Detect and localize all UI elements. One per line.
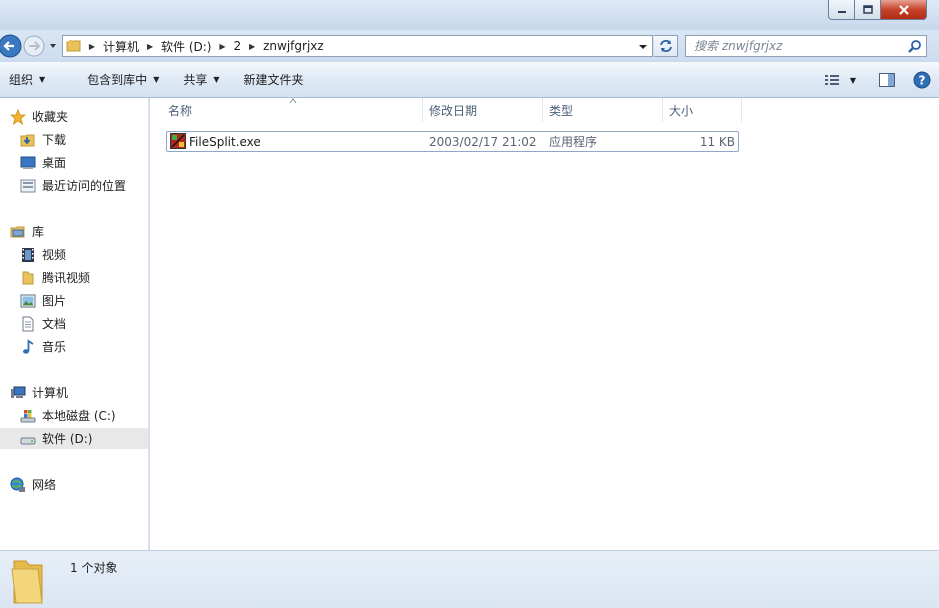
help-icon: ? [913, 71, 931, 89]
toolbar-right-group: ▼ ? [821, 62, 939, 98]
chevron-down-icon: ▼ [39, 75, 46, 84]
nav-music[interactable]: 音乐 [0, 336, 148, 357]
hard-drive-icon [20, 437, 36, 444]
nav-tencent-video[interactable]: 腾讯视频 [0, 267, 148, 288]
file-row[interactable]: FileSplit.exe 2003/02/17 21:02 应用程序 11 K… [166, 131, 739, 152]
nav-favorites[interactable]: 收藏夹 [0, 106, 148, 127]
view-options-dropdown[interactable]: ▼ [843, 68, 863, 92]
desktop-icon [20, 156, 36, 169]
library-icon [10, 226, 25, 237]
title-bar [0, 0, 939, 30]
column-header-name[interactable]: 名称 [162, 98, 423, 122]
column-header-modified[interactable]: 修改日期 [423, 98, 543, 122]
folder-icon [63, 36, 85, 56]
nav-downloads[interactable]: 下载 [0, 129, 148, 150]
documents-icon [22, 316, 34, 331]
item-count: 1 个对象 [70, 561, 118, 575]
chevron-down-icon: ▼ [213, 75, 220, 84]
star-icon [10, 108, 26, 125]
command-bar: 组织 ▼ 包含到库中 ▼ 共享 ▼ 新建文件夹 ▼ ? [0, 62, 939, 98]
folder-icon [22, 271, 34, 284]
application-icon [170, 133, 186, 149]
navigation-bar: ▶ 计算机 ▶ 软件 (D:) ▶ 2 ▶ znwjfgrjxz [0, 30, 939, 62]
breadcrumb-computer[interactable]: ▶ 计算机 [85, 36, 143, 56]
details-view-icon [825, 75, 839, 85]
file-size: 11 KB [699, 134, 735, 149]
forward-button[interactable] [21, 33, 46, 59]
computer-icon [11, 386, 26, 398]
search-input[interactable] [686, 39, 896, 53]
search-box[interactable] [685, 35, 927, 57]
address-bar[interactable]: ▶ 计算机 ▶ 软件 (D:) ▶ 2 ▶ znwjfgrjxz [62, 35, 653, 57]
nav-network[interactable]: 网络 [0, 474, 148, 495]
refresh-icon [659, 40, 672, 52]
video-icon [22, 247, 34, 262]
minimize-icon [837, 10, 846, 13]
recent-pages-dropdown-icon[interactable] [48, 41, 58, 51]
close-icon [898, 4, 909, 15]
network-icon [10, 477, 25, 492]
window-controls [828, 0, 927, 20]
maximize-icon [862, 5, 873, 14]
organize-button[interactable]: 组织 ▼ [0, 68, 54, 92]
maximize-button[interactable] [855, 0, 881, 20]
nav-drive-c[interactable]: 本地磁盘 (C:) [0, 405, 148, 426]
refresh-button[interactable] [654, 35, 678, 57]
include-in-library-button[interactable]: 包含到库中 ▼ [78, 68, 168, 92]
windows-drive-icon [20, 409, 36, 422]
downloads-folder-icon [20, 134, 35, 146]
recent-places-icon [20, 179, 36, 192]
column-header-size[interactable]: 大小 [663, 98, 742, 122]
breadcrumb-drive-d[interactable]: ▶ 软件 (D:) [143, 36, 215, 56]
chevron-down-icon: ▼ [153, 75, 160, 84]
nav-desktop[interactable]: 桌面 [0, 152, 148, 173]
chevron-right-icon: ▶ [146, 41, 154, 51]
column-header-type[interactable]: 类型 [543, 98, 663, 122]
nav-pictures[interactable]: 图片 [0, 290, 148, 311]
new-folder-button[interactable]: 新建文件夹 [235, 68, 313, 92]
details-pane: 1 个对象 [0, 550, 939, 608]
nav-computer[interactable]: 计算机 [0, 382, 148, 403]
nav-drive-d[interactable]: 软件 (D:) [0, 428, 148, 449]
file-modified: 2003/02/17 21:02 [429, 134, 537, 149]
nav-videos[interactable]: 视频 [0, 244, 148, 265]
chevron-right-icon: ▶ [219, 41, 226, 51]
nav-recent-places[interactable]: 最近访问的位置 [0, 175, 148, 196]
preview-pane-icon [879, 73, 895, 87]
file-list: 名称 修改日期 类型 大小 FileSplit.exe 2003/02/17 2… [150, 98, 926, 550]
file-name: FileSplit.exe [189, 134, 261, 149]
navigation-pane: 收藏夹 下载 桌面 最近访问的位置 库 视频 腾讯视频 图片 文档 音乐 计算机 [0, 98, 149, 550]
pictures-icon [20, 294, 36, 307]
preview-pane-button[interactable] [869, 68, 905, 92]
chevron-right-icon: ▶ [249, 41, 256, 51]
close-button[interactable] [881, 0, 927, 20]
vertical-scrollbar[interactable] [926, 98, 939, 550]
share-button[interactable]: 共享 ▼ [174, 68, 228, 92]
search-icon[interactable] [907, 39, 922, 54]
music-icon [23, 338, 34, 354]
file-type: 应用程序 [549, 135, 598, 149]
breadcrumb-folder-2[interactable]: ▶ 2 [215, 36, 245, 56]
address-history-dropdown-icon[interactable] [638, 42, 648, 52]
nav-documents[interactable]: 文档 [0, 313, 148, 334]
minimize-button[interactable] [828, 0, 855, 20]
chevron-down-icon: ▼ [849, 75, 857, 85]
back-button[interactable] [0, 33, 22, 59]
svg-text:?: ? [919, 74, 926, 88]
chevron-right-icon: ▶ [88, 41, 96, 51]
folder-icon [11, 560, 43, 604]
change-view-button[interactable] [821, 68, 843, 92]
breadcrumb-current-folder[interactable]: ▶ znwjfgrjxz [245, 36, 328, 56]
nav-libraries[interactable]: 库 [0, 221, 148, 242]
help-button[interactable]: ? [905, 68, 939, 92]
